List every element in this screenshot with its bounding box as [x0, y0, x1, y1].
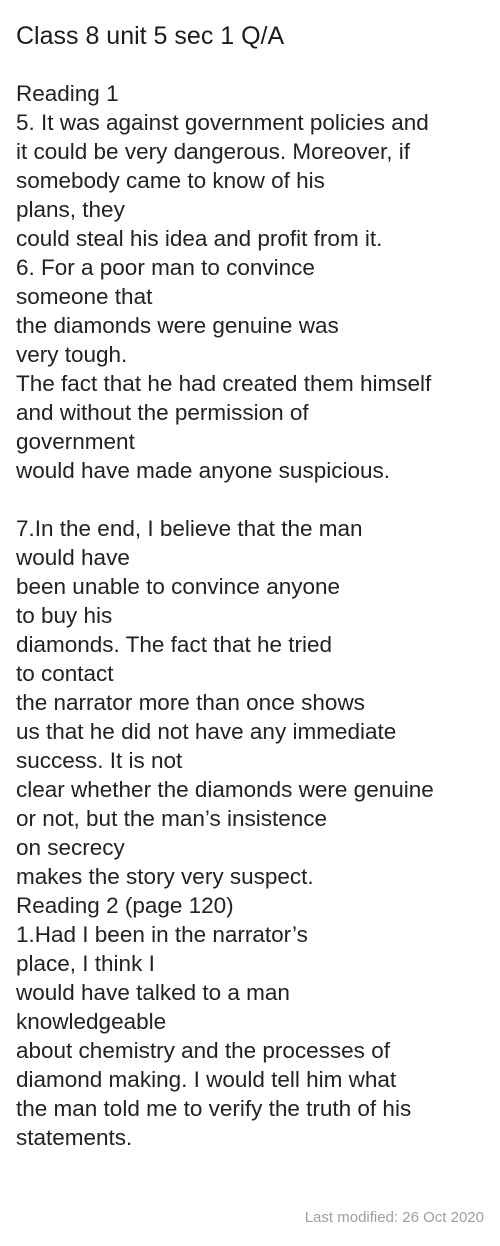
note-body[interactable]: Reading 1 5. It was against government p…	[16, 79, 496, 1152]
note-line: 7.In the end, I believe that the man	[16, 516, 363, 541]
note-line: very tough.	[16, 342, 128, 367]
note-line: been unable to convince anyone	[16, 574, 341, 599]
note-line: Reading 2 (page 120)	[16, 893, 234, 918]
note-line: to buy his	[16, 603, 113, 628]
note-line: makes the story very suspect.	[16, 864, 314, 889]
note-line: and without the permission of	[16, 400, 309, 425]
note-line: 6. For a poor man to convince	[16, 255, 315, 280]
note-line: the man told me to verify the truth of h…	[16, 1096, 412, 1121]
note-line: could steal his idea and profit from it.	[16, 226, 383, 251]
note-line: place, I think I	[16, 951, 155, 976]
note-line: diamonds. The fact that he tried	[16, 632, 333, 657]
note-title: Class 8 unit 5 sec 1 Q/A	[16, 22, 285, 50]
note-line: plans, they	[16, 197, 125, 222]
note-line: 5. It was against government policies an…	[16, 110, 429, 135]
note-line: 1.Had I been in the narrator’s	[16, 922, 308, 947]
note-line: success. It is not	[16, 748, 183, 773]
note-line: the diamonds were genuine was	[16, 313, 339, 338]
note-line: someone that	[16, 284, 153, 309]
note-line: statements.	[16, 1125, 133, 1150]
note-line: clear whether the diamonds were genuine	[16, 777, 434, 802]
note-line: to contact	[16, 661, 114, 686]
note-line: The fact that he had created them himsel…	[16, 371, 432, 396]
note-line: the narrator more than once shows	[16, 690, 365, 715]
note-line: us that he did not have any immediate	[16, 719, 397, 744]
note-line: government	[16, 429, 135, 454]
note-line: it could be very dangerous. Moreover, if	[16, 139, 410, 164]
note-line: would have made anyone suspicious.	[16, 458, 390, 483]
last-modified-label: Last modified: 26 Oct 2020	[304, 1209, 484, 1226]
note-line: on secrecy	[16, 835, 125, 860]
note-line: knowledgeable	[16, 1009, 167, 1034]
note-line: about chemistry and the processes of	[16, 1038, 390, 1063]
note-line: somebody came to know of his	[16, 168, 325, 193]
note-line: would have	[16, 545, 130, 570]
note-line: diamond making. I would tell him what	[16, 1067, 397, 1092]
note-line: or not, but the man’s insistence	[16, 806, 328, 831]
note-line: would have talked to a man	[16, 980, 290, 1005]
note-line: Reading 1	[16, 81, 119, 106]
